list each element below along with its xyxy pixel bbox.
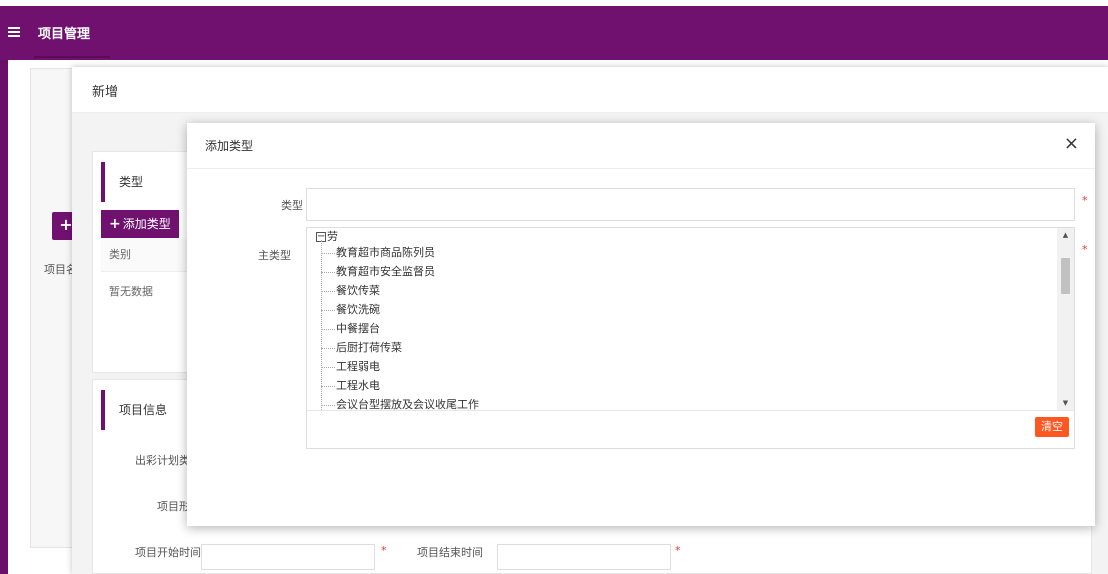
sidebar-strip xyxy=(0,60,8,574)
close-icon[interactable]: × xyxy=(1064,133,1079,155)
tree-item-label: 教育超市安全监督员 xyxy=(336,265,435,278)
end-time-required: * xyxy=(675,544,681,557)
start-time-input[interactable] xyxy=(201,544,375,570)
tree-item[interactable]: 中餐摆台 xyxy=(321,320,380,338)
tree-item[interactable]: 后厨打荷传菜 xyxy=(321,339,402,357)
add-modal-title: 新增 xyxy=(72,67,1108,113)
app-title[interactable]: 项目管理 xyxy=(38,23,90,42)
tree-item[interactable]: 餐饮洗碗 xyxy=(321,301,380,319)
scrollbar-thumb[interactable] xyxy=(1061,258,1070,294)
plus-icon: + xyxy=(109,216,121,232)
tree-scrollbar[interactable]: ▲ ▼ xyxy=(1057,228,1074,410)
scroll-down-icon[interactable]: ▼ xyxy=(1057,396,1074,410)
tree-item[interactable]: 教育超市安全监督员 xyxy=(321,263,435,281)
project-info-title: 项目信息 xyxy=(101,390,167,430)
active-tab-indicator xyxy=(34,56,110,58)
tree-item-label: 教育超市商品陈列员 xyxy=(336,246,435,259)
tree-item[interactable]: 餐饮传菜 xyxy=(321,282,380,300)
start-time-label: 项目开始时间 xyxy=(135,546,201,559)
tree-item-label: 工程水电 xyxy=(336,379,380,392)
tree-item-label: 餐饮洗碗 xyxy=(336,303,380,316)
add-type-modal-title: 添加类型 xyxy=(205,139,254,153)
tree-item-label: 工程弱电 xyxy=(336,360,380,373)
tree-item[interactable]: 教育超市商品陈列员 xyxy=(321,244,435,262)
main-type-label: 主类型 xyxy=(258,249,291,262)
add-type-button[interactable]: + 添加类型 xyxy=(101,210,179,238)
tree-item[interactable]: 会议台型摆放及会议收尾工作 xyxy=(321,396,479,410)
scroll-up-icon[interactable]: ▲ xyxy=(1057,228,1074,242)
tree-item-label: 中餐摆台 xyxy=(336,322,380,335)
add-type-label: 添加类型 xyxy=(122,217,171,231)
hamburger-icon[interactable] xyxy=(8,27,20,37)
plan-type-label: 出彩计划类型 xyxy=(135,454,201,467)
add-type-modal: 添加类型 × 类型 * 主类型 * − 劳 教育超市商品陈列员 教育超市安全监督员… xyxy=(187,123,1095,526)
end-time-label: 项目结束时间 xyxy=(417,546,483,559)
tree-list[interactable]: − 劳 教育超市商品陈列员 教育超市安全监督员 餐饮传菜 餐饮洗碗 中餐摆台 后厨… xyxy=(307,228,1059,410)
clear-button[interactable]: 清空 xyxy=(1035,417,1069,437)
add-type-modal-header: 添加类型 × xyxy=(187,123,1095,169)
main-type-tree-select: − 劳 教育超市商品陈列员 教育超市安全监督员 餐饮传菜 餐饮洗碗 中餐摆台 后厨… xyxy=(306,227,1075,449)
tree-item-label: 餐饮传菜 xyxy=(336,284,380,297)
project-form-label: 项目形式 xyxy=(157,500,201,513)
type-field-label: 类型 xyxy=(281,199,303,212)
end-time-input[interactable] xyxy=(497,544,671,570)
main-type-required-mark: * xyxy=(1082,243,1088,256)
tree-item-label: 会议台型摆放及会议收尾工作 xyxy=(336,398,479,410)
tree-root-node[interactable]: − 劳 xyxy=(316,228,338,243)
tree-item[interactable]: 工程弱电 xyxy=(321,358,380,376)
type-section-title: 类型 xyxy=(101,162,143,202)
tree-footer: 清空 xyxy=(307,410,1074,448)
tree-item-label: 后厨打荷传菜 xyxy=(336,341,402,354)
tree-root-label: 劳 xyxy=(327,230,338,243)
type-input[interactable] xyxy=(306,188,1075,221)
type-required-mark: * xyxy=(1082,194,1088,207)
top-app-bar: 项目管理 xyxy=(0,0,1108,60)
tree-item[interactable]: 工程水电 xyxy=(321,377,380,395)
